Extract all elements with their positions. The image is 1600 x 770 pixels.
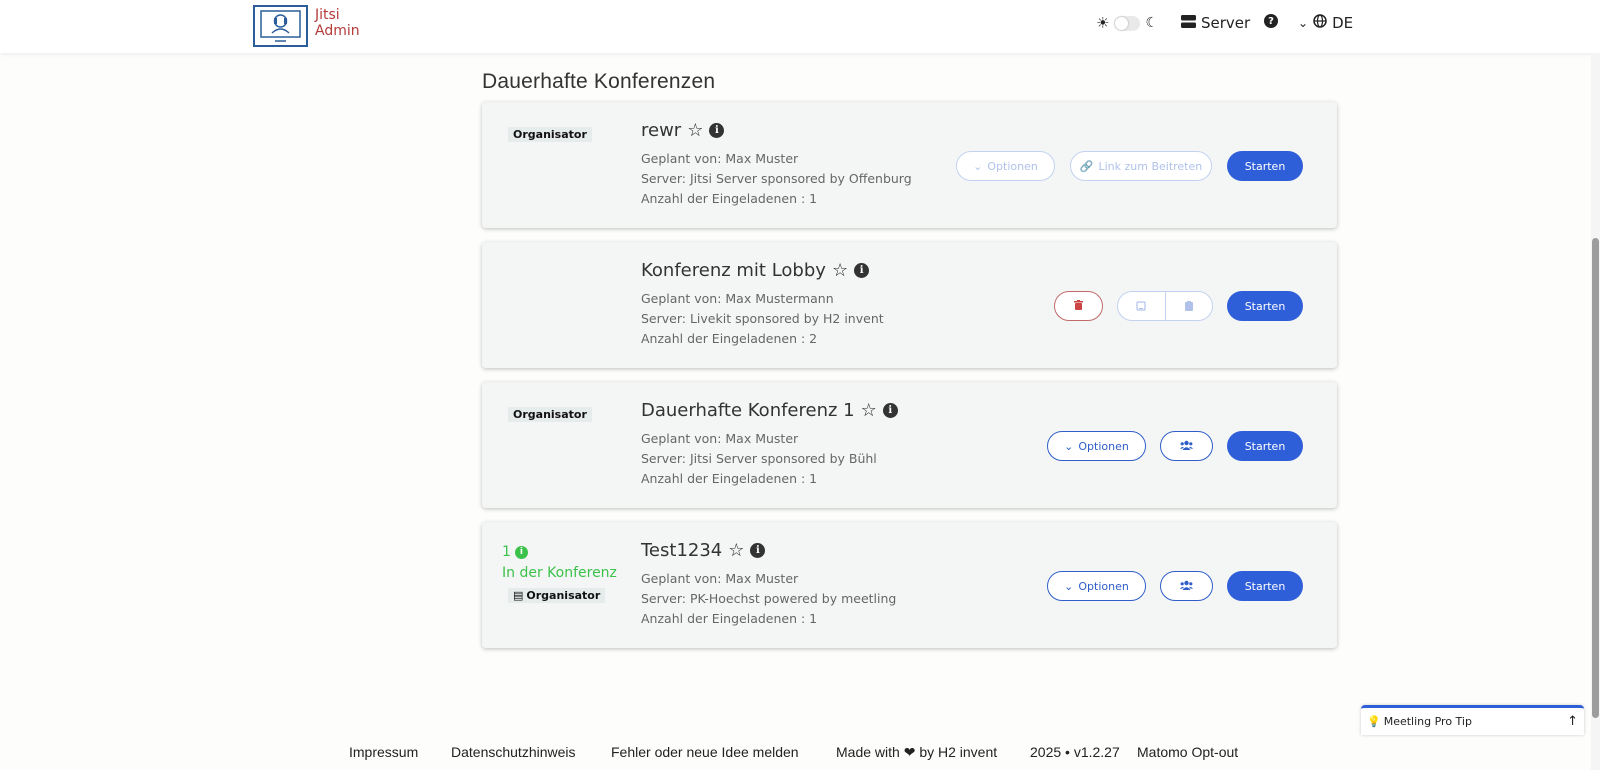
action-button-group [1117, 291, 1213, 321]
organizer-badge: Organisator [508, 407, 592, 422]
star-icon[interactable]: ☆ [687, 120, 703, 141]
users-icon [1180, 440, 1193, 453]
conference-name: Dauerhafte Konferenz 1 [641, 400, 855, 421]
theme-toggle[interactable] [1114, 15, 1141, 31]
chevron-down-icon: ⌄ [973, 159, 983, 173]
start-button[interactable]: Starten [1227, 291, 1303, 321]
participants-button[interactable] [1160, 431, 1213, 461]
conference-card: Organisator Dauerhafte Konferenz 1 ☆ i G… [482, 382, 1337, 508]
theme-switch[interactable]: ☀ ☾ [1096, 14, 1158, 32]
invitee-count: Anzahl der Eingeladenen : 1 [641, 611, 818, 626]
chevron-down-icon: ⌄ [1298, 16, 1309, 30]
footer-impressum-link[interactable]: Impressum [349, 744, 418, 760]
server-icon [1181, 14, 1196, 32]
arrow-up-icon[interactable]: ↑ [1567, 714, 1578, 729]
language-menu[interactable]: ⌄ DE [1298, 14, 1353, 32]
server-info: Server: Jitsi Server sponsored by Bühl [641, 451, 877, 466]
lightbulb-icon: 💡 [1367, 715, 1381, 728]
users-icon [1180, 580, 1193, 593]
chevron-down-icon: ⌄ [1064, 579, 1074, 593]
start-button[interactable]: Starten [1227, 431, 1303, 461]
invitee-count: Anzahl der Eingeladenen : 2 [641, 331, 818, 346]
server-info: Server: Livekit sponsored by H2 invent [641, 311, 884, 326]
conference-title: Dauerhafte Konferenz 1 ☆ i [641, 400, 898, 421]
info-icon[interactable]: i [882, 403, 898, 418]
organizer-badge: ▤ Organisator [508, 588, 606, 603]
question-circle-icon[interactable]: ? [1264, 14, 1278, 28]
calendar-icon: ▤ [513, 589, 524, 602]
info-icon[interactable]: i [750, 543, 766, 558]
server-info: Server: Jitsi Server sponsored by Offenb… [641, 171, 912, 186]
invitee-count: Anzahl der Eingeladenen : 1 [641, 191, 818, 206]
conference-title: rewr ☆ i [641, 120, 725, 141]
info-icon[interactable]: i [854, 263, 870, 278]
conference-title: Konferenz mit Lobby ☆ i [641, 260, 870, 281]
clipboard-icon[interactable] [1164, 292, 1213, 320]
footer-version: 2025 • v1.2.27 [1030, 744, 1120, 760]
server-info: Server: PK-Hoechst powered by meetling [641, 591, 897, 606]
participants-button[interactable] [1160, 571, 1213, 601]
options-button[interactable]: ⌄ Optionen [1047, 571, 1146, 601]
top-navbar: Jitsi Admin ☀ ☾ Server ? ⌄ DE [0, 0, 1600, 53]
start-button[interactable]: Starten [1227, 571, 1303, 601]
organizer-badge: Organisator [508, 127, 592, 142]
pro-tip-panel[interactable]: 💡 Meetling Pro Tip ↑ [1361, 705, 1584, 735]
footer-privacy-link[interactable]: Datenschutzhinweis [451, 744, 576, 760]
scrollbar-thumb[interactable] [1592, 238, 1599, 718]
options-label: Optionen [1078, 439, 1129, 453]
start-button[interactable]: Starten [1227, 151, 1303, 181]
organizer-badge-label: Organisator [526, 589, 601, 602]
conference-card: Konferenz mit Lobby ☆ i Geplant von: Max… [482, 242, 1337, 368]
join-link-button[interactable]: 🔗 Link zum Beitreten [1070, 151, 1212, 181]
star-icon[interactable]: ☆ [861, 400, 877, 421]
server-menu[interactable]: Server [1181, 14, 1250, 32]
info-icon[interactable]: i [709, 123, 725, 138]
globe-icon [1313, 14, 1327, 32]
conference-title: Test1234 ☆ i [641, 540, 766, 561]
sun-icon: ☀ [1096, 14, 1110, 32]
footer-made-with[interactable]: Made with ❤ by H2 invent [836, 744, 997, 761]
footer-feedback-link[interactable]: Fehler oder neue Idee melden [611, 744, 799, 760]
logo-text[interactable]: Jitsi Admin [315, 7, 360, 39]
language-label: DE [1332, 14, 1354, 32]
invitee-count: Anzahl der Eingeladenen : 1 [641, 471, 818, 486]
server-label: Server [1201, 14, 1251, 32]
star-icon[interactable]: ☆ [728, 540, 744, 561]
in-conference-label: In der Konferenz [502, 565, 617, 581]
active-participant-count: 1 i [502, 544, 528, 560]
star-icon[interactable]: ☆ [832, 260, 848, 281]
delete-button[interactable] [1054, 291, 1103, 321]
logo-icon[interactable] [253, 5, 308, 47]
options-label: Optionen [1078, 579, 1129, 593]
conference-card: Organisator rewr ☆ i Geplant von: Max Mu… [482, 102, 1337, 228]
logo-line-1: Jitsi [315, 7, 340, 23]
tablet-icon[interactable] [1118, 292, 1165, 320]
chevron-down-icon: ⌄ [1064, 439, 1074, 453]
moon-icon: ☾ [1145, 15, 1159, 31]
options-label: Optionen [987, 159, 1038, 173]
planned-by: Geplant von: Max Muster [641, 431, 799, 446]
options-button[interactable]: ⌄ Optionen [956, 151, 1055, 181]
info-icon[interactable]: i [514, 545, 528, 559]
link-icon: 🔗 [1079, 159, 1094, 173]
conference-name: rewr [641, 120, 682, 141]
join-link-label: Link zum Beitreten [1098, 159, 1203, 173]
planned-by: Geplant von: Max Mustermann [641, 291, 834, 306]
active-count-value: 1 [502, 544, 511, 560]
planned-by: Geplant von: Max Muster [641, 151, 799, 166]
footer-matomo-link[interactable]: Matomo Opt-out [1137, 744, 1238, 760]
pro-tip-label: Meetling Pro Tip [1383, 715, 1472, 728]
conference-card: 1 i In der Konferenz ▤ Organisator Test1… [482, 522, 1337, 648]
conference-name: Test1234 [641, 540, 723, 561]
page-title: Dauerhafte Konferenzen [482, 70, 716, 93]
planned-by: Geplant von: Max Muster [641, 571, 799, 586]
logo-line-2: Admin [315, 23, 360, 39]
options-button[interactable]: ⌄ Optionen [1047, 431, 1146, 461]
conference-name: Konferenz mit Lobby [641, 260, 826, 281]
trash-icon [1074, 299, 1083, 313]
